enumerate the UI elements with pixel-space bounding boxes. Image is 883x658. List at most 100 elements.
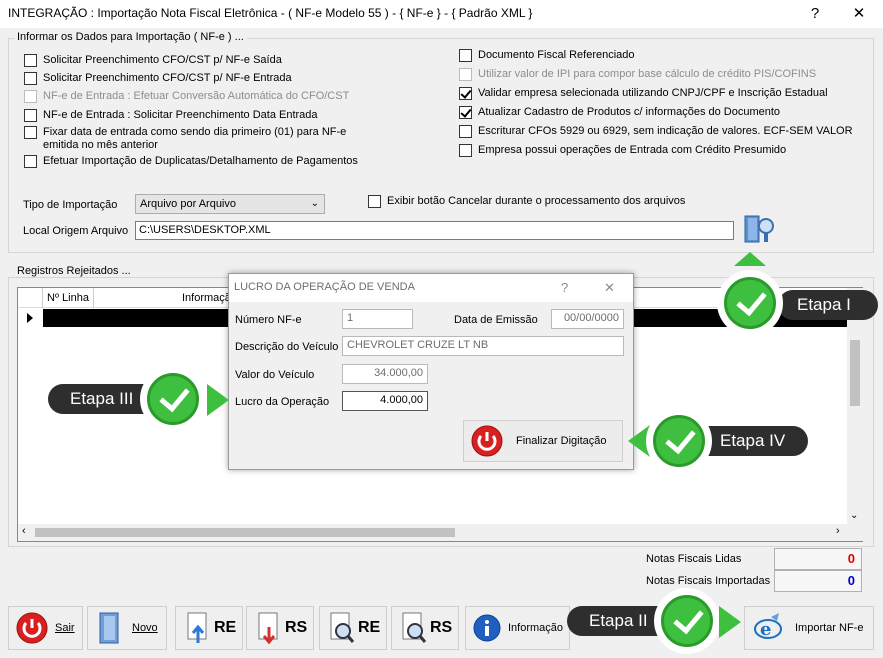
valor-veiculo-value: 34.000,00 bbox=[374, 367, 423, 379]
scroll-right-icon[interactable]: › bbox=[836, 525, 840, 537]
lucro-operacao-label: Lucro da Operação bbox=[235, 396, 330, 408]
etapa-3-label: Etapa III bbox=[70, 389, 134, 408]
title-bar: INTEGRAÇÃO : Importação Nota Fiscal Elet… bbox=[0, 0, 883, 28]
informacao-button[interactable]: Informação bbox=[465, 606, 570, 650]
descricao-veiculo-field[interactable]: CHEVROLET CRUZE LT NB bbox=[342, 336, 624, 356]
re-search-button[interactable]: RE bbox=[319, 606, 387, 650]
option-label: Efetuar Importação de Duplicatas/Detalha… bbox=[43, 155, 358, 167]
window-title: INTEGRAÇÃO : Importação Nota Fiscal Elet… bbox=[8, 6, 533, 20]
rs-label: RS bbox=[285, 619, 308, 636]
novo-label: Novo bbox=[132, 622, 158, 634]
option-cfo-entrada[interactable]: Solicitar Preenchimento CFO/CST p/ NF-e … bbox=[24, 72, 292, 85]
checkbox-checked[interactable] bbox=[459, 87, 472, 100]
dialog-close-icon[interactable]: ✕ bbox=[604, 280, 615, 296]
checkbox-checked[interactable] bbox=[459, 106, 472, 119]
scrollbar-thumb[interactable] bbox=[35, 528, 455, 537]
numero-nfe-value: 1 bbox=[347, 312, 354, 324]
help-icon[interactable]: ? bbox=[800, 4, 830, 24]
etapa-2-label: Etapa II bbox=[589, 611, 648, 630]
rs-export-button[interactable]: RS bbox=[246, 606, 314, 650]
option-label: Solicitar Preenchimento CFO/CST p/ NF-e … bbox=[43, 54, 282, 66]
checkbox[interactable] bbox=[459, 125, 472, 138]
nfe-logo-icon: e bbox=[754, 613, 782, 640]
notas-importadas-value: 0 bbox=[847, 573, 855, 588]
tipo-importacao-value: Arquivo por Arquivo bbox=[140, 198, 236, 210]
data-emissao-field[interactable]: 00/00/0000 bbox=[551, 309, 624, 329]
novo-button[interactable]: Novo bbox=[87, 606, 167, 650]
option-conversao-automatica: NF-e de Entrada : Efetuar Conversão Auto… bbox=[24, 90, 349, 103]
scrollbar-thumb[interactable] bbox=[850, 340, 860, 406]
checkbox[interactable] bbox=[24, 109, 37, 122]
importar-label: Importar NF-e bbox=[795, 622, 864, 634]
option-label: NF-e de Entrada : Efetuar Conversão Auto… bbox=[43, 90, 350, 102]
close-icon[interactable]: ✕ bbox=[844, 4, 874, 24]
option-label: Validar empresa selecionada utilizando C… bbox=[478, 87, 828, 99]
option-data-entrada[interactable]: NF-e de Entrada : Solicitar Preenchiment… bbox=[24, 109, 318, 122]
checkbox[interactable] bbox=[459, 144, 472, 157]
option-label: Exibir botão Cancelar durante o processa… bbox=[387, 195, 686, 207]
checkbox[interactable] bbox=[24, 54, 37, 67]
power-icon bbox=[16, 612, 48, 644]
dialog-title: LUCRO DA OPERAÇÃO DE VENDA bbox=[234, 281, 415, 293]
row-indicator bbox=[18, 309, 42, 327]
arrow-right-icon bbox=[207, 384, 229, 416]
local-origem-label: Local Origem Arquivo bbox=[23, 225, 129, 237]
dados-groupbox-label: Informar os Dados para Importação ( NF-e… bbox=[14, 31, 247, 43]
option-escriturar-cfos[interactable]: Escriturar CFOs 5929 ou 6929, sem indica… bbox=[459, 125, 853, 138]
informacao-label: Informação bbox=[508, 622, 564, 634]
option-label: Utilizar valor de IPI para compor base c… bbox=[478, 68, 817, 80]
rs-search-button[interactable]: RS bbox=[391, 606, 459, 650]
valor-veiculo-label: Valor do Veículo bbox=[235, 369, 315, 381]
horizontal-scrollbar[interactable]: ‹ › bbox=[18, 524, 863, 541]
sair-label: Sair bbox=[55, 622, 75, 634]
checkbox bbox=[24, 90, 37, 103]
re-export-button[interactable]: RE bbox=[175, 606, 243, 650]
finalizar-digitacao-button[interactable]: Finalizar Digitação bbox=[463, 420, 623, 462]
notas-importadas-count: 0 bbox=[774, 570, 862, 592]
finalizar-label: Finalizar Digitação bbox=[516, 435, 607, 447]
re-search-label: RE bbox=[358, 619, 381, 636]
search-document-icon bbox=[330, 612, 355, 643]
option-label: Solicitar Preenchimento CFO/CST p/ NF-e … bbox=[43, 72, 292, 84]
tipo-importacao-select[interactable]: Arquivo por Arquivo ⌄ bbox=[135, 194, 325, 214]
numero-nfe-field[interactable]: 1 bbox=[342, 309, 413, 329]
option-credito-presumido[interactable]: Empresa possui operações de Entrada com … bbox=[459, 144, 786, 157]
checkbox[interactable] bbox=[368, 195, 381, 208]
lucro-operacao-field[interactable]: 4.000,00 bbox=[342, 391, 428, 411]
search-document-icon bbox=[402, 612, 427, 643]
etapa-4-label: Etapa IV bbox=[720, 431, 786, 450]
option-label: Documento Fiscal Referenciado bbox=[478, 49, 635, 61]
lucro-dialog: LUCRO DA OPERAÇÃO DE VENDA ? ✕ Número NF… bbox=[228, 273, 634, 470]
option-documento-referenciado[interactable]: Documento Fiscal Referenciado bbox=[459, 49, 635, 62]
option-atualizar-produtos[interactable]: Atualizar Cadastro de Produtos c/ inform… bbox=[459, 106, 780, 119]
col-header-linha[interactable]: Nº Linha bbox=[47, 292, 89, 304]
download-document-icon bbox=[258, 612, 278, 645]
option-validar-empresa[interactable]: Validar empresa selecionada utilizando C… bbox=[459, 87, 828, 100]
checkbox[interactable] bbox=[24, 72, 37, 85]
option-label: Fixar data de entrada como sendo dia pri… bbox=[43, 126, 347, 151]
option-duplicatas[interactable]: Efetuar Importação de Duplicatas/Detalha… bbox=[24, 155, 358, 168]
option-cfo-saida[interactable]: Solicitar Preenchimento CFO/CST p/ NF-e … bbox=[24, 54, 282, 67]
upload-document-icon bbox=[187, 612, 207, 643]
checkbox[interactable] bbox=[459, 49, 472, 62]
scroll-left-icon[interactable]: ‹ bbox=[22, 525, 26, 537]
dialog-help-icon[interactable]: ? bbox=[561, 280, 568, 295]
browse-folder-icon[interactable] bbox=[742, 212, 776, 246]
tipo-importacao-label: Tipo de Importação bbox=[23, 199, 118, 211]
option-exibir-cancelar[interactable]: Exibir botão Cancelar durante o processa… bbox=[368, 195, 685, 208]
checkbox[interactable] bbox=[24, 155, 37, 168]
notas-lidas-count: 0 bbox=[774, 548, 862, 570]
check-circle-icon bbox=[646, 408, 712, 474]
checkbox[interactable] bbox=[24, 126, 37, 139]
sair-button[interactable]: Sair bbox=[8, 606, 83, 650]
arrow-right-icon bbox=[719, 606, 741, 638]
importar-nfe-button[interactable]: e Importar NF-e bbox=[744, 606, 874, 650]
notas-lidas-label: Notas Fiscais Lidas bbox=[646, 553, 742, 565]
data-emissao-label: Data de Emissão bbox=[454, 314, 538, 326]
option-fixar-data[interactable]: Fixar data de entrada como sendo dia pri… bbox=[24, 126, 354, 152]
vertical-scrollbar[interactable]: ⌄ bbox=[847, 288, 863, 524]
chevron-down-icon: ⌄ bbox=[310, 198, 319, 209]
valor-veiculo-field[interactable]: 34.000,00 bbox=[342, 364, 428, 384]
local-origem-input[interactable]: C:\USERS\DESKTOP.XML bbox=[135, 221, 734, 240]
scroll-down-icon[interactable]: ⌄ bbox=[850, 510, 858, 521]
